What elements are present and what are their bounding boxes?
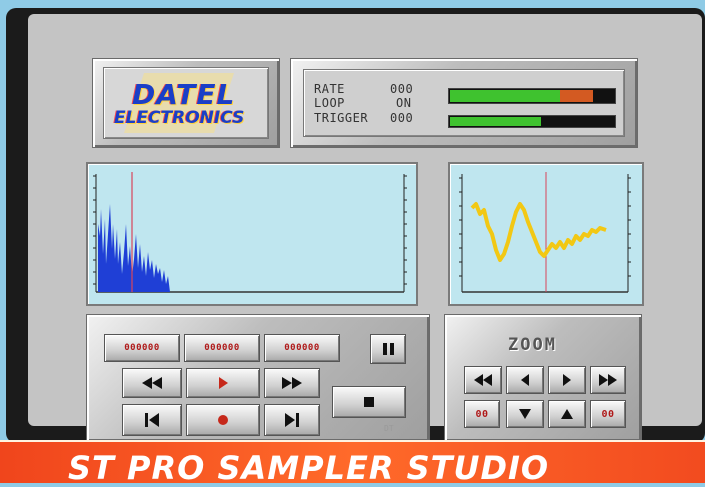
record-button[interactable] xyxy=(186,404,260,436)
logo-line-2: ELECTRONICS xyxy=(114,108,245,128)
waveform-plot xyxy=(93,172,407,293)
trigger-meter-fill xyxy=(450,117,542,126)
scope-right-scale xyxy=(627,174,631,292)
rewind-icon xyxy=(142,377,162,389)
fast-forward-icon xyxy=(599,374,617,386)
waveform-right-scale xyxy=(403,174,407,292)
title-banner: ST PRO SAMPLER STUDIO xyxy=(0,440,705,487)
rate-meter-fill xyxy=(450,90,560,102)
skip-start-button[interactable] xyxy=(122,404,182,436)
rewind-button[interactable] xyxy=(122,368,182,398)
scope-left-scale xyxy=(459,174,463,292)
zoom-out-button[interactable] xyxy=(506,400,544,428)
oscilloscope-display xyxy=(448,162,644,306)
play-icon xyxy=(219,377,228,389)
trigger-meter xyxy=(448,115,616,128)
zoom-label: ZOOM xyxy=(508,335,557,355)
record-icon xyxy=(218,415,228,425)
triangle-down-icon xyxy=(519,409,531,419)
status-panel: RATE 000 LOOP ON TRIGGER 000 xyxy=(290,58,638,148)
trigger-label: TRIGGER xyxy=(314,111,369,125)
zoom-left-value[interactable]: 00 xyxy=(464,400,500,428)
loop-label: LOOP xyxy=(314,96,345,110)
stop-button[interactable] xyxy=(332,386,406,418)
fast-forward-icon xyxy=(282,377,302,389)
logo-panel: DATEL ELECTRONICS xyxy=(92,58,280,148)
scope-trace xyxy=(470,202,607,262)
logo-line-1: DATEL xyxy=(132,78,236,111)
counter-1[interactable]: 000000 xyxy=(104,334,180,362)
zoom-in-button[interactable] xyxy=(548,400,586,428)
counter-2[interactable]: 000000 xyxy=(184,334,260,362)
rate-meter-peak xyxy=(559,90,593,102)
waveform-left-scale xyxy=(93,174,97,292)
triangle-up-icon xyxy=(561,409,573,419)
skip-end-icon xyxy=(285,413,299,427)
pause-button[interactable] xyxy=(370,334,406,364)
chevron-left-icon xyxy=(521,374,529,386)
logo-frame: DATEL ELECTRONICS xyxy=(103,67,269,139)
trigger-value: 000 xyxy=(390,111,414,125)
waveform-display[interactable] xyxy=(86,162,418,306)
fast-forward-button[interactable] xyxy=(264,368,320,398)
zoom-fast-forward-button[interactable] xyxy=(590,366,626,394)
play-button[interactable] xyxy=(186,368,260,398)
rate-meter xyxy=(448,88,616,104)
zoom-step-back-button[interactable] xyxy=(506,366,544,394)
skip-start-icon xyxy=(145,413,159,427)
zoom-right-value[interactable]: 00 xyxy=(590,400,626,428)
loop-value: ON xyxy=(396,96,412,110)
rewind-icon xyxy=(474,374,492,386)
status-display: RATE 000 LOOP ON TRIGGER 000 xyxy=(303,69,625,137)
counter-3[interactable]: 000000 xyxy=(264,334,340,362)
skip-end-button[interactable] xyxy=(264,404,320,436)
oscilloscope-plot xyxy=(459,172,631,293)
waveform-trace xyxy=(98,204,170,292)
panel-tag: DT xyxy=(384,424,394,433)
rate-value: 000 xyxy=(390,82,414,96)
rate-label: RATE xyxy=(314,82,345,96)
pause-icon xyxy=(382,343,394,355)
zoom-step-forward-button[interactable] xyxy=(548,366,586,394)
stop-icon xyxy=(364,397,374,407)
zoom-rewind-button[interactable] xyxy=(464,366,502,394)
chevron-right-icon xyxy=(563,374,571,386)
banner-title: ST PRO SAMPLER STUDIO xyxy=(68,449,550,487)
